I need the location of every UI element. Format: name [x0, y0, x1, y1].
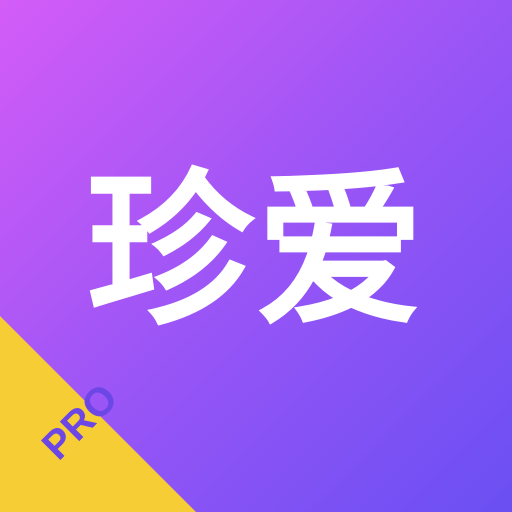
pro-badge-label: PRO	[33, 375, 127, 469]
logo-text: 珍爱	[86, 151, 426, 349]
app-icon[interactable]: 珍爱 PRO	[0, 0, 512, 512]
